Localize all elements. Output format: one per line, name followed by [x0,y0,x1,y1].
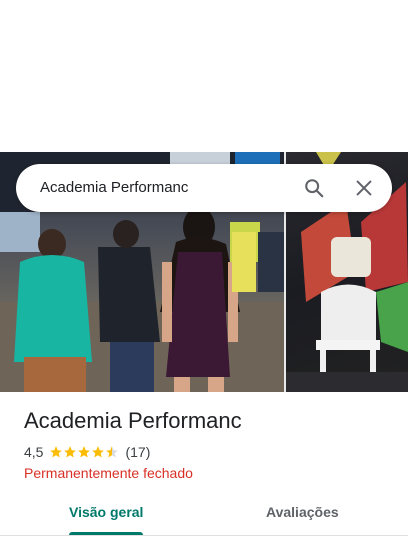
close-icon[interactable] [352,176,376,200]
star-icon [50,446,63,458]
review-count[interactable]: (17) [125,444,150,460]
rating-stars [49,445,119,459]
tabs-divider [0,535,408,536]
status-closed: Permanentemente fechado [24,465,193,481]
tab-reviews[interactable]: Avaliações [266,504,339,520]
star-half-icon [106,446,119,458]
place-tabs: Visão geral Avaliações [0,494,408,538]
star-icon [92,446,105,458]
rating-row[interactable]: 4,5 (17) [24,444,150,460]
tab-overview[interactable]: Visão geral [69,504,143,520]
search-input[interactable]: Academia Performanc [40,179,188,196]
search-bar[interactable]: Academia Performanc [16,164,392,212]
rating-value: 4,5 [24,444,44,460]
place-title: Academia Performanc [24,408,242,433]
search-icon[interactable] [302,176,326,200]
star-icon [78,446,91,458]
star-icon [64,446,77,458]
